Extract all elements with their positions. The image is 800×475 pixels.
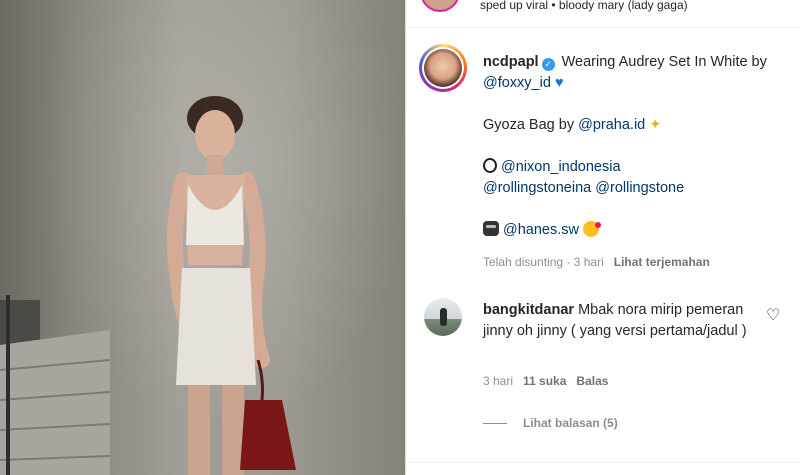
sparkle-icon: ✦ (649, 117, 662, 133)
commenter-avatar[interactable] (424, 298, 462, 336)
post-detail-panel: sped up viral • bloody mary (lady gaga) … (406, 0, 800, 475)
comment-time: 3 hari (483, 374, 514, 388)
blue-heart-icon: ♥ (554, 75, 564, 91)
photo-figure (0, 96, 296, 475)
caption-para-4: @hanes.sw (483, 220, 783, 241)
author-avatar[interactable] (419, 44, 467, 92)
reply-button[interactable]: Balas (576, 374, 608, 388)
music-label[interactable]: sped up viral • bloody mary (lady gaga) (480, 0, 688, 12)
caption-meta: Telah disunting · 3 hari Lihat terjemahan (483, 255, 710, 269)
heart-outline-icon[interactable]: ♡ (766, 305, 780, 325)
stairs (0, 330, 110, 475)
caption-line-1: Wearing Audrey Set In White by (561, 54, 767, 70)
see-translation-link[interactable]: Lihat terjemahan (614, 255, 710, 269)
comment-text: bangkitdanar Mbak nora mirip pemeran jin… (483, 300, 753, 342)
kiss-emoji-icon (582, 221, 601, 237)
mention-nixon[interactable]: @nixon_indonesia (501, 159, 621, 175)
edited-timestamp: Telah disunting · 3 hari (483, 255, 604, 269)
post-photo[interactable] (0, 0, 405, 475)
red-bag (240, 400, 296, 470)
header-avatar[interactable] (420, 0, 460, 12)
caption-line-2: Gyoza Bag by (483, 117, 579, 133)
commenter-username[interactable]: bangkitdanar (483, 302, 574, 318)
comment-meta: 3 hari 11 suka Balas (483, 374, 608, 388)
view-replies-label[interactable]: Lihat balasan (5) (523, 416, 618, 430)
mention-foxxy[interactable]: @foxxy_id (483, 75, 551, 91)
comment-likes[interactable]: 11 suka (523, 374, 566, 388)
white-skirt (176, 268, 256, 385)
mention-rollingstone[interactable]: @rollingstone (595, 180, 684, 196)
caption-para-2: Gyoza Bag by @praha.id ✦ (483, 115, 783, 136)
author-username[interactable]: ncdpapl (483, 54, 539, 70)
face (195, 110, 235, 160)
mention-rollingstoneina[interactable]: @rollingstoneina (483, 180, 591, 196)
post-header: sped up viral • bloody mary (lady gaga) (406, 0, 800, 28)
robot-icon (483, 221, 499, 236)
mention-hanes[interactable]: @hanes.sw (503, 222, 579, 238)
caption-text: ncdpapl ✓ Wearing Audrey Set In White by … (483, 52, 783, 241)
replies-divider-line (483, 423, 507, 425)
caption-para-3: @nixon_indonesia @rollingstoneina @rolli… (483, 157, 783, 199)
panel-bottom-divider (406, 462, 800, 463)
view-replies-link[interactable]: Lihat balasan (5) (483, 416, 618, 430)
watch-icon (483, 158, 497, 173)
verified-badge-icon: ✓ (541, 58, 555, 71)
mention-praha[interactable]: @praha.id (578, 117, 645, 133)
